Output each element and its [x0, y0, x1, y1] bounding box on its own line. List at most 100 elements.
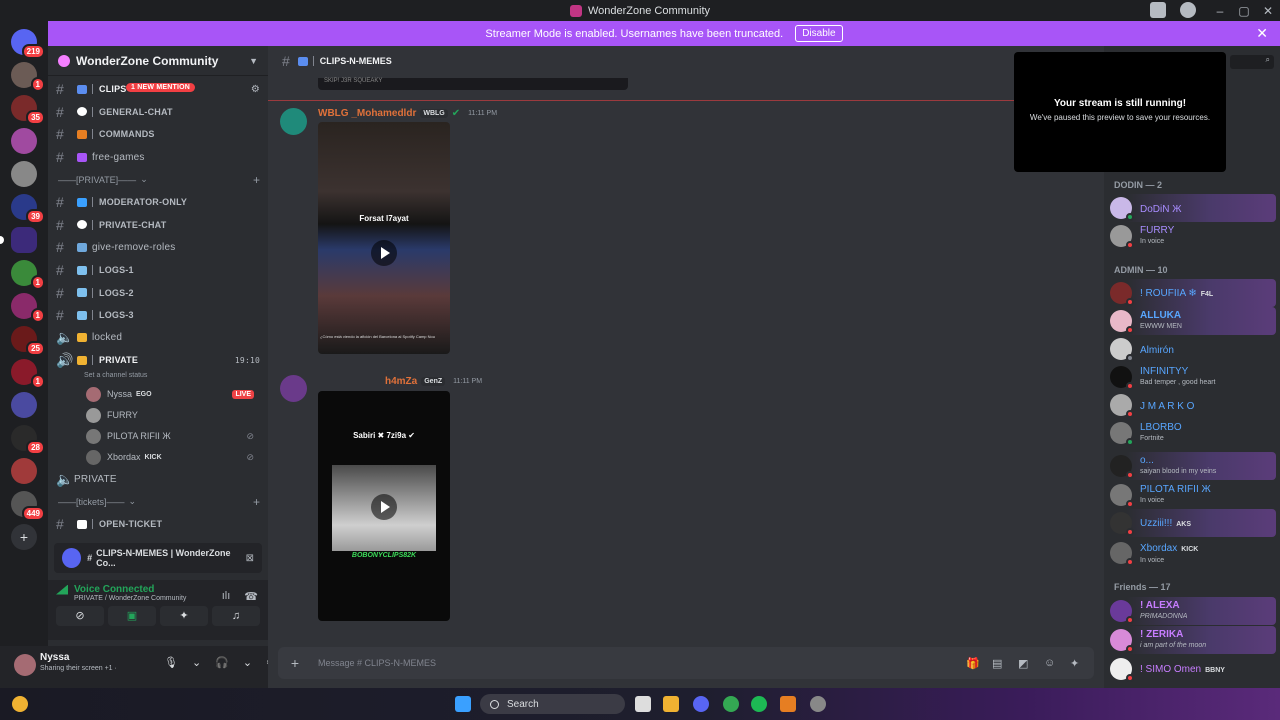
channel-moderator-only[interactable]: # moderator-only [56, 191, 260, 214]
server-icon[interactable] [11, 128, 37, 154]
taskbar-search[interactable]: Search [480, 694, 625, 714]
emoji-icon[interactable]: ☺ [1044, 657, 1058, 669]
app-icon[interactable] [810, 696, 826, 712]
popout-close-icon[interactable]: ⊠ [246, 553, 254, 564]
voice-channel-private-2[interactable]: 🔈 PRIVATE [56, 468, 260, 491]
server-icon[interactable]: 35 [11, 95, 45, 125]
member-item[interactable]: ! ROUFIIA ❄ F4L [1110, 279, 1276, 307]
voice-user[interactable]: PILOTA RIFII Ж ⊘ [56, 426, 260, 447]
server-icon[interactable] [0, 227, 37, 253]
start-button[interactable] [455, 696, 471, 712]
channel-logs-3[interactable]: # logs-3 [56, 304, 260, 327]
avatar[interactable] [280, 108, 307, 135]
member-item[interactable]: ! ZERIKA i am part of the moon [1110, 626, 1276, 654]
voice-status-title[interactable]: Voice Connected [74, 584, 154, 595]
member-item[interactable]: J M A R K O [1110, 391, 1276, 419]
channel-logs-2[interactable]: # logs-2 [56, 281, 260, 304]
server-icon[interactable] [11, 161, 37, 187]
new-mention-badge[interactable]: 1 NEW MENTION [126, 83, 195, 92]
user-name[interactable]: Nyssa [40, 652, 69, 663]
spotify-icon[interactable] [751, 696, 767, 712]
video-attachment[interactable]: Forsat l7ayat ¿Cómo está viendo la afici… [318, 122, 450, 354]
previous-video-clip[interactable]: SKIP! J3R SQUEAKY [318, 78, 628, 90]
noise-suppression-icon[interactable]: ılı [222, 590, 231, 603]
chevron-down-icon[interactable]: ⌄ [243, 656, 252, 669]
server-tag[interactable]: WBLG [420, 109, 448, 118]
channel-settings-icon[interactable]: ⚙ [251, 84, 260, 95]
voice-user[interactable]: Nyssa EGO LIVE [56, 384, 260, 405]
headphones-icon[interactable]: 🎧 [215, 656, 229, 669]
maximize-button[interactable]: ▢ [1232, 4, 1256, 18]
message-composer[interactable]: + Message # CLIPS-N-MEMES 🎁 ▤ ◩ ☺ ✦ [278, 647, 1094, 679]
server-icon[interactable] [11, 392, 37, 418]
message-input[interactable]: Message # CLIPS-N-MEMES [318, 658, 436, 668]
category-private[interactable]: ——[PRIVATE]—— ⌄ + [56, 168, 260, 191]
add-channel-icon[interactable]: + [253, 495, 260, 509]
avatar[interactable] [280, 375, 307, 402]
video-attachment[interactable]: Sabiri ✖ 7zi9a ✔ BOBONYCLIPS82K [318, 391, 450, 621]
voice-channel-private[interactable]: 🔊 PRIVATE 19:10 [56, 349, 260, 372]
app-icon[interactable] [780, 696, 796, 712]
message-author[interactable]: WBLG _Mohamedldr [318, 108, 416, 119]
microphone-icon[interactable]: 🎙 [164, 656, 178, 669]
server-icon[interactable]: 39 [11, 194, 45, 224]
stream-preview-paused[interactable]: Your stream is still running! We've paus… [1014, 52, 1226, 172]
channel-clips-n-memes[interactable]: # clips-n-memes 1 NEW MENTION ⚙ [56, 78, 260, 101]
add-server-button[interactable]: + [11, 524, 37, 550]
member-item[interactable]: FURRY In voice [1110, 222, 1276, 250]
channel-status[interactable]: Set a channel status [56, 372, 260, 384]
play-icon[interactable] [371, 494, 397, 520]
server-icon[interactable]: 1 [11, 62, 45, 92]
direct-messages-button[interactable]: 219 [11, 29, 45, 59]
close-icon[interactable]: ✕ [1256, 25, 1268, 42]
server-icon[interactable] [11, 458, 37, 484]
member-item[interactable]: PILOTA RIFII Ж In voice [1110, 481, 1276, 509]
screen-share-button[interactable]: ▣ [108, 606, 156, 626]
inbox-icon[interactable] [1150, 2, 1166, 18]
channel-logs-1[interactable]: # logs-1 [56, 259, 260, 282]
server-header[interactable]: WonderZone Community ▼ [48, 46, 268, 76]
channel-commands[interactable]: # commands [56, 123, 260, 146]
member-item[interactable]: ! SIMO Omen BBNY [1110, 655, 1276, 683]
search-icon[interactable]: ⌕ [1230, 55, 1274, 69]
voice-user[interactable]: Xbordax KICK ⊘ [56, 447, 260, 468]
category-tickets[interactable]: ——[tickets]—— ⌄ + [56, 490, 260, 513]
signal-icon[interactable] [56, 584, 68, 595]
channel-free-games[interactable]: # free-games [56, 146, 260, 169]
channel-private-chat[interactable]: # private-chat [56, 214, 260, 237]
member-item[interactable]: o... saiyan blood in my veins [1110, 452, 1276, 480]
member-item[interactable]: ! ALEXA PRIMADONNA [1110, 597, 1276, 625]
channel-locked[interactable]: 🔈 locked [56, 327, 260, 350]
server-icon[interactable]: 28 [11, 425, 45, 455]
add-channel-icon[interactable]: + [253, 173, 260, 187]
message-author[interactable]: h4mZa [385, 376, 417, 387]
file-explorer-icon[interactable] [663, 696, 679, 712]
server-icon[interactable]: 449 [11, 491, 45, 521]
channel-general-chat[interactable]: # general-chat [56, 101, 260, 124]
task-view-icon[interactable] [635, 696, 651, 712]
disconnect-icon[interactable]: ☎ [244, 590, 258, 603]
chrome-icon[interactable] [723, 696, 739, 712]
soundboard-button[interactable]: ♫ [212, 606, 260, 626]
chevron-down-icon[interactable]: ⌄ [192, 656, 201, 669]
discord-icon[interactable] [693, 696, 709, 712]
member-item[interactable]: Uzziii!!! AKS [1110, 509, 1276, 537]
apps-icon[interactable]: ✦ [1070, 657, 1084, 670]
close-window-button[interactable]: ✕ [1256, 4, 1280, 18]
help-icon[interactable] [1180, 2, 1196, 18]
channel-popout[interactable]: # CLIPS-N-MEMES | WonderZone Co... ⊠ [54, 543, 262, 573]
play-icon[interactable] [371, 240, 397, 266]
gift-icon[interactable]: 🎁 [966, 657, 980, 670]
activities-button[interactable]: ✦ [160, 606, 208, 626]
weather-icon[interactable] [12, 696, 28, 712]
channel-give-remove-roles[interactable]: # give-remove-roles [56, 236, 260, 259]
member-item[interactable]: Xbordax KICK In voice [1110, 539, 1276, 567]
server-icon[interactable]: 1 [11, 293, 45, 323]
voice-user[interactable]: FURRY [56, 405, 260, 426]
member-item[interactable]: DoDiN Ж [1110, 194, 1276, 222]
gif-icon[interactable]: ▤ [992, 657, 1006, 670]
server-icon[interactable]: 1 [11, 260, 45, 290]
member-item[interactable]: INFINITYY Bad temper , good heart [1110, 363, 1276, 391]
member-item[interactable]: Almirón [1110, 335, 1276, 363]
server-tag[interactable]: GenZ [421, 377, 446, 386]
